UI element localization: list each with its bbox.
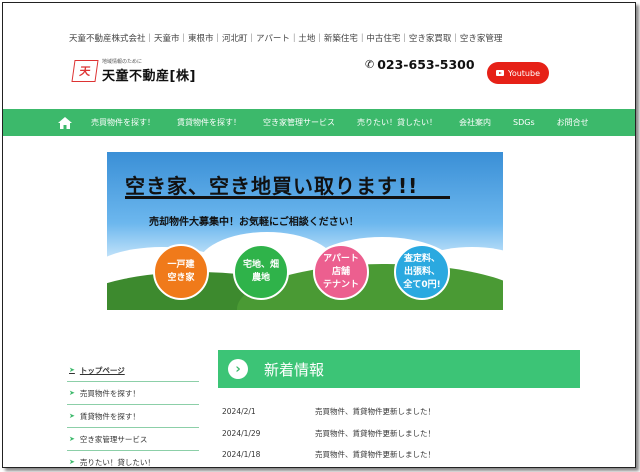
banner-circle-house: 一戸建 空き家 bbox=[153, 244, 209, 300]
youtube-label: Youtube bbox=[508, 68, 540, 78]
sidebar-item-label: 賃貸物件を探す！ bbox=[79, 411, 140, 421]
banner-circle-apartment: アパート 店舗 テナント bbox=[313, 244, 369, 300]
home-icon bbox=[58, 116, 72, 129]
nav-item-sdgs[interactable]: SDGs bbox=[502, 118, 546, 127]
chevron-right-icon: › bbox=[228, 359, 248, 379]
header-top-links[interactable]: 天童不動産株式会社｜天童市｜東根市｜河北町｜アパート｜土地｜新築住宅｜中古住宅｜… bbox=[69, 32, 502, 44]
banner-title: 空き家、空き地買い取ります!! bbox=[125, 174, 419, 198]
banner-subtitle: 売却物件大募集中！お気軽にご相談ください！ bbox=[149, 217, 359, 228]
sidebar-item-label: 空き家管理サービス bbox=[79, 434, 148, 444]
company-logo[interactable]: 天 地域情報のために 天童不動産[株] bbox=[71, 58, 196, 84]
arrow-icon: ➤ bbox=[69, 458, 75, 466]
arrow-icon: ➤ bbox=[69, 366, 75, 374]
home-button[interactable] bbox=[50, 109, 80, 136]
banner-underline bbox=[125, 196, 450, 199]
arrow-icon: ➤ bbox=[69, 389, 75, 397]
sidebar-item-vacant-management[interactable]: ➤ 空き家管理サービス bbox=[67, 428, 199, 451]
arrow-icon: ➤ bbox=[69, 412, 75, 420]
logo-name: 天童不動産[株] bbox=[102, 69, 196, 84]
nav-item-vacant-management[interactable]: 空き家管理サービス bbox=[252, 117, 346, 128]
phone-text: 023-653-5300 bbox=[377, 57, 475, 72]
logo-text: 地域情報のために 天童不動産[株] bbox=[102, 58, 196, 84]
sidebar-item-sell-lend[interactable]: ➤ 売りたい！貸したい！ bbox=[67, 451, 199, 467]
sidebar: ➤ トップページ ➤ 売買物件を探す！ ➤ 賃貸物件を探す！ ➤ 空き家管理サービス ➤… bbox=[67, 359, 199, 467]
news-header: › 新着情報 bbox=[218, 350, 580, 388]
hero-banner[interactable]: 空き家、空き地買い取ります!! 売却物件大募集中！お気軽にご相談ください！ 一戸… bbox=[107, 152, 503, 310]
news-date: 2024/2/1 bbox=[222, 407, 256, 416]
news-text: 売買物件、賃貸物件更新しました！ bbox=[315, 450, 435, 459]
sidebar-item-buy[interactable]: ➤ 売買物件を探す！ bbox=[67, 382, 199, 405]
sidebar-item-label: 売買物件を探す！ bbox=[79, 388, 140, 398]
nav-item-contact[interactable]: お問合せ bbox=[546, 117, 600, 128]
sidebar-item-rent[interactable]: ➤ 賃貸物件を探す！ bbox=[67, 405, 199, 428]
nav-item-rent[interactable]: 賃貸物件を探す！ bbox=[166, 117, 252, 128]
nav-item-buy[interactable]: 売買物件を探す！ bbox=[80, 117, 166, 128]
news-date: 2024/1/29 bbox=[222, 429, 261, 438]
main-nav: 売買物件を探す！ 賃貸物件を探す！ 空き家管理サービス 売りたい！貸したい！ 会… bbox=[3, 109, 635, 136]
phone-number[interactable]: ✆ 023-653-5300 bbox=[365, 57, 475, 72]
news-date: 2024/1/18 bbox=[222, 450, 261, 459]
news-text: 売買物件、賃貸物件更新しました！ bbox=[315, 429, 435, 438]
logo-subtitle: 地域情報のために bbox=[102, 59, 143, 65]
nav-item-company[interactable]: 会社案内 bbox=[448, 117, 502, 128]
arrow-icon: ➤ bbox=[69, 435, 75, 443]
nav-item-sell-lend[interactable]: 売りたい！貸したい！ bbox=[346, 117, 448, 128]
banner-circle-land: 宅地、畑 農地 bbox=[233, 244, 289, 300]
news-item[interactable]: 2024/2/1 売買物件、賃貸物件更新しました！ bbox=[222, 406, 435, 417]
sidebar-item-label: 売りたい！貸したい！ bbox=[79, 457, 155, 467]
phone-icon: ✆ bbox=[365, 58, 375, 71]
news-text: 売買物件、賃貸物件更新しました！ bbox=[315, 407, 435, 416]
news-title: 新着情報 bbox=[264, 360, 325, 379]
banner-circle-free: 査定料、 出張料、 全て0円! bbox=[394, 244, 450, 300]
sidebar-item-top[interactable]: ➤ トップページ bbox=[67, 359, 199, 382]
logo-mark-icon: 天 bbox=[71, 60, 99, 82]
news-item[interactable]: 2024/1/29 売買物件、賃貸物件更新しました！ bbox=[222, 428, 435, 439]
youtube-icon bbox=[496, 70, 504, 76]
sidebar-item-label: トップページ bbox=[79, 365, 125, 375]
news-item[interactable]: 2024/1/18 売買物件、賃貸物件更新しました！ bbox=[222, 449, 435, 460]
page-frame: 天童不動産株式会社｜天童市｜東根市｜河北町｜アパート｜土地｜新築住宅｜中古住宅｜… bbox=[2, 2, 636, 468]
youtube-button[interactable]: Youtube bbox=[487, 62, 549, 84]
